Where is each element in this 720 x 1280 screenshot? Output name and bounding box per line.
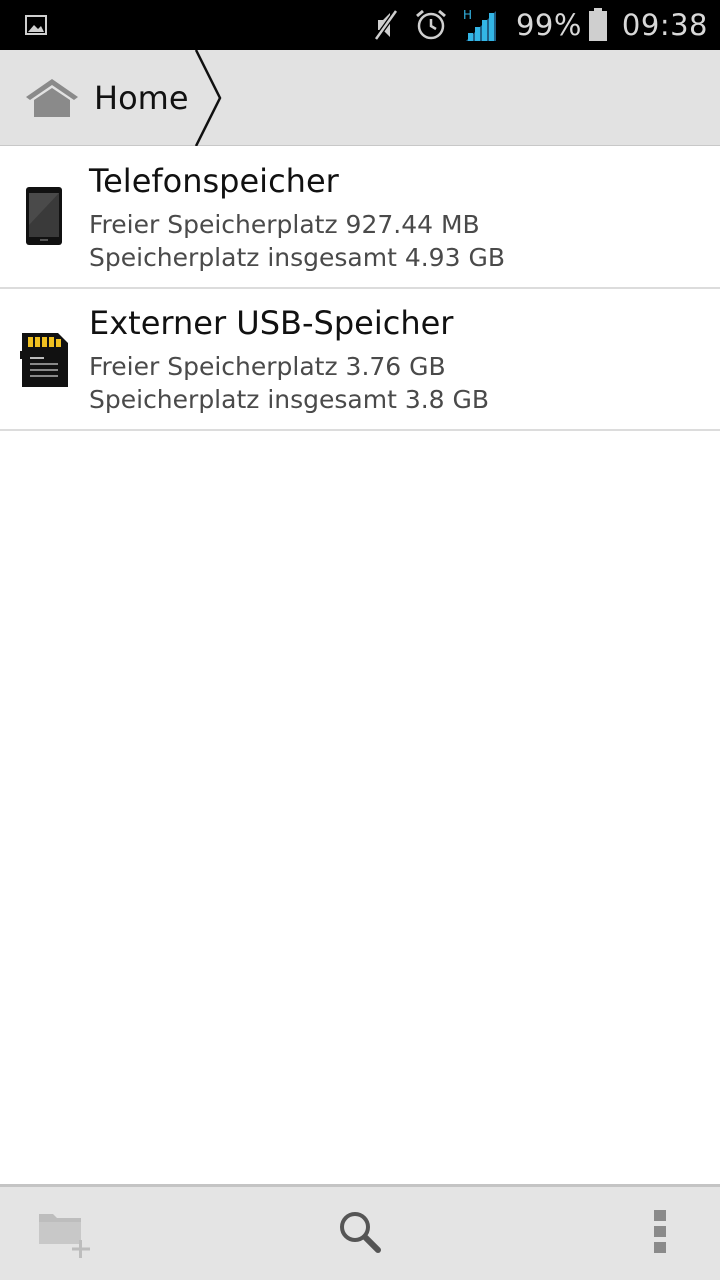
battery-percent: 99% [515, 8, 582, 42]
storage-name: Externer USB-Speicher [89, 304, 454, 342]
storage-total-space: Speicherplatz insgesamt 4.93 GB [89, 243, 505, 272]
sd-card-icon [16, 327, 72, 391]
bottom-action-bar [0, 1184, 720, 1280]
breadcrumb-home-label: Home [94, 79, 189, 117]
breadcrumb: Home [0, 49, 720, 147]
signal-hspa-icon: H [462, 0, 502, 50]
overflow-menu-icon [653, 1209, 667, 1258]
breadcrumb-separator-icon [190, 49, 226, 147]
new-folder-icon [35, 1204, 95, 1264]
search-icon [336, 1208, 384, 1260]
storage-item-phone[interactable]: Telefonspeicher Freier Speicherplatz 927… [0, 147, 720, 289]
storage-item-usb[interactable]: Externer USB-Speicher Freier Speicherpla… [0, 289, 720, 431]
storage-list: Telefonspeicher Freier Speicherplatz 927… [0, 147, 720, 431]
image-notification-icon [24, 13, 48, 37]
home-icon [24, 77, 80, 119]
battery-icon [588, 0, 612, 50]
storage-name: Telefonspeicher [89, 162, 339, 200]
mute-icon [370, 0, 410, 50]
storage-total-space: Speicherplatz insgesamt 3.8 GB [89, 385, 490, 414]
new-folder-button[interactable] [20, 1187, 110, 1280]
storage-free-space: Freier Speicherplatz 3.76 GB [89, 352, 446, 381]
overflow-menu-button[interactable] [620, 1187, 700, 1280]
network-type-label: H [463, 8, 472, 22]
search-button[interactable] [315, 1187, 405, 1280]
status-bar: H 99% 09:38 [0, 0, 720, 50]
storage-free-space: Freier Speicherplatz 927.44 MB [89, 210, 480, 239]
phone-storage-icon [16, 185, 72, 249]
clock: 09:38 [621, 8, 708, 42]
alarm-icon [414, 0, 458, 50]
